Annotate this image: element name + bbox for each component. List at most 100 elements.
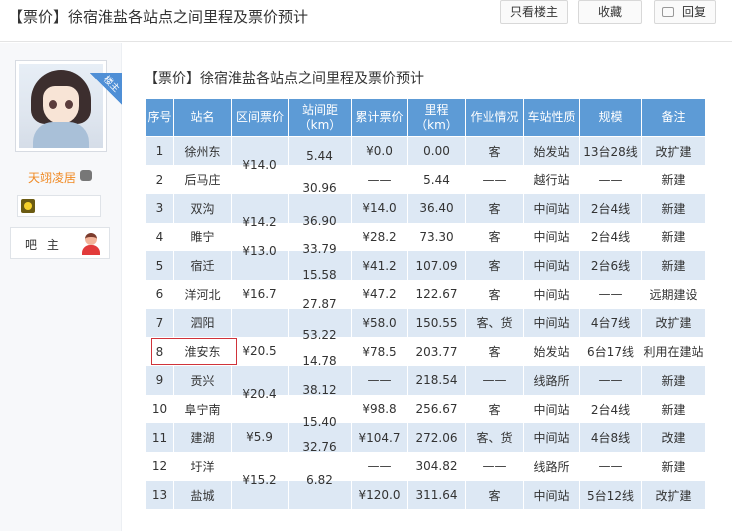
cell-name: 双沟 bbox=[173, 193, 232, 223]
cell-scale: —— bbox=[579, 165, 642, 194]
cell-note: 改建 bbox=[641, 423, 706, 453]
cell-note: 新建 bbox=[641, 251, 706, 280]
cell-scale: 5台12线 bbox=[579, 480, 642, 510]
cell-scale: 2台4线 bbox=[579, 222, 642, 252]
cell-name: 后马庄 bbox=[173, 165, 232, 194]
cell-type: 线路所 bbox=[523, 366, 580, 395]
station-distance: 5.44 bbox=[306, 149, 333, 164]
interval-fare-cell bbox=[231, 308, 289, 338]
cell-work: 客 bbox=[465, 193, 524, 223]
fare-table: 序号 站名 区间票价 站间距 （km） 累计票价 里程 （km） 作业情况 车站… bbox=[145, 98, 706, 510]
station-distance: 30.96 bbox=[302, 180, 337, 195]
cell-note: 改扩建 bbox=[641, 136, 706, 166]
cell-fare_acc: ¥0.0 bbox=[351, 136, 408, 166]
cell-type: 始发站 bbox=[523, 136, 580, 166]
cell-no: 7 bbox=[145, 308, 174, 338]
cell-no: 5 bbox=[145, 251, 174, 280]
role-badge[interactable]: 吧 主 bbox=[10, 227, 110, 259]
cell-mileage: 36.40 bbox=[407, 193, 466, 223]
station-distance: 53.22 bbox=[302, 328, 337, 343]
cell-name: 睢宁 bbox=[173, 222, 232, 252]
station-distance: 15.58 bbox=[302, 268, 337, 283]
cell-fare_acc: ¥28.2 bbox=[351, 222, 408, 252]
cell-note: 新建 bbox=[641, 452, 706, 481]
table-row: 5 宿迁 ¥41.2 107.09 客中间站 2台6线 新建 bbox=[145, 251, 706, 280]
cell-name: 盐城 bbox=[173, 480, 232, 510]
col-header: 作业情况 bbox=[465, 98, 524, 137]
station-distance: 32.76 bbox=[302, 440, 337, 455]
cell-scale: 4台7线 bbox=[579, 308, 642, 338]
table-row: 10 阜宁南 ¥98.8 256.67 客中间站 2台4线 新建 bbox=[145, 394, 706, 424]
cell-mileage: 203.77 bbox=[407, 337, 466, 366]
cell-mileage: 272.06 bbox=[407, 423, 466, 453]
table-row: 11 建湖 ¥104.7 272.06 客、货 中间站 4台8线 改建 bbox=[145, 423, 706, 453]
cell-name: 泗阳 bbox=[173, 308, 232, 338]
cell-work: —— bbox=[465, 452, 524, 481]
cell-name: 圩洋 bbox=[173, 452, 232, 481]
admin-icon bbox=[81, 233, 101, 255]
level-badge[interactable] bbox=[17, 195, 101, 217]
col-header: 序号 bbox=[145, 98, 174, 137]
cell-scale: 2台4线 bbox=[579, 394, 642, 424]
reply-icon bbox=[662, 7, 674, 17]
cell-no: 3 bbox=[145, 193, 174, 223]
avatar-eye bbox=[65, 100, 73, 109]
cell-work: 客 bbox=[465, 222, 524, 252]
cell-work: 客 bbox=[465, 337, 524, 366]
station-distance: 15.40 bbox=[302, 414, 337, 429]
table-row: 12 圩洋 —— 304.82 —— 线路所 —— 新建 bbox=[145, 452, 706, 481]
interval-fare: ¥20.5 bbox=[242, 344, 277, 359]
cell-no: 4 bbox=[145, 222, 174, 252]
favorite-button[interactable]: 收藏 bbox=[578, 0, 642, 24]
cell-type: 线路所 bbox=[523, 452, 580, 481]
username[interactable]: 天翊凌居 bbox=[28, 169, 76, 186]
cell-fare_acc: ¥41.2 bbox=[351, 251, 408, 280]
content-title: 【票价】徐宿淮盐各站点之间里程及票价预计 bbox=[144, 71, 424, 87]
cell-mileage: 107.09 bbox=[407, 251, 466, 280]
cell-work: 客 bbox=[465, 251, 524, 280]
col-header: 里程 （km） bbox=[407, 98, 466, 137]
avatar-eye bbox=[49, 100, 57, 109]
op-badge-label: 楼主 bbox=[101, 74, 121, 95]
cell-scale: —— bbox=[579, 366, 642, 395]
only-op-button[interactable]: 只看楼主 bbox=[500, 0, 568, 24]
cell-no: 11 bbox=[145, 423, 174, 453]
cell-name: 洋河北 bbox=[173, 279, 232, 309]
cell-type: 中间站 bbox=[523, 279, 580, 309]
cell-scale: —— bbox=[579, 279, 642, 309]
cell-scale: —— bbox=[579, 452, 642, 481]
cell-mileage: 0.00 bbox=[407, 136, 466, 166]
interval-fare: ¥14.0 bbox=[242, 157, 277, 172]
col-header: 站名 bbox=[173, 98, 232, 137]
interval-fare: ¥20.4 bbox=[242, 387, 277, 402]
cell-type: 中间站 bbox=[523, 222, 580, 252]
cell-work: 客 bbox=[465, 279, 524, 309]
cell-mileage: 5.44 bbox=[407, 165, 466, 194]
table-row: 2 后马庄 —— 5.44 —— 越行站 —— 新建 bbox=[145, 165, 706, 194]
cell-scale: 4台8线 bbox=[579, 423, 642, 453]
cell-name: 徐州东 bbox=[173, 136, 232, 166]
col-header: 车站性质 bbox=[523, 98, 580, 137]
cell-note: 改扩建 bbox=[641, 480, 706, 510]
cell-note: 远期建设 bbox=[641, 279, 706, 309]
cell-note: 新建 bbox=[641, 222, 706, 252]
station-distance: 27.87 bbox=[302, 296, 337, 311]
cell-scale: 2台6线 bbox=[579, 251, 642, 280]
cell-mileage: 304.82 bbox=[407, 452, 466, 481]
cell-mileage: 122.67 bbox=[407, 279, 466, 309]
reply-button[interactable]: 回复 bbox=[654, 0, 716, 24]
table-row: 3 双沟 ¥14.0 36.40 客中间站 2台4线 新建 bbox=[145, 193, 706, 223]
cell-scale: 13台28线 bbox=[579, 136, 642, 166]
table-row: 6 洋河北 ¥47.2 122.67 客中间站 —— 远期建设 bbox=[145, 279, 706, 309]
cell-note: 利用在建站 bbox=[641, 337, 706, 366]
cell-scale: 6台17线 bbox=[579, 337, 642, 366]
table-row: 1 徐州东 ¥0.0 0.00 客始发站 13台28线 改扩建 bbox=[145, 136, 706, 166]
author-panel: 楼主 天翊凌居 吧 主 bbox=[0, 43, 122, 531]
station-distance: 6.82 bbox=[306, 473, 333, 488]
cell-work: —— bbox=[465, 165, 524, 194]
cell-note: 改扩建 bbox=[641, 308, 706, 338]
op-badge: 楼主 bbox=[90, 73, 122, 105]
interval-fare: ¥5.9 bbox=[246, 430, 273, 445]
cell-type: 始发站 bbox=[523, 337, 580, 366]
cell-fare_acc: ¥58.0 bbox=[351, 308, 408, 338]
